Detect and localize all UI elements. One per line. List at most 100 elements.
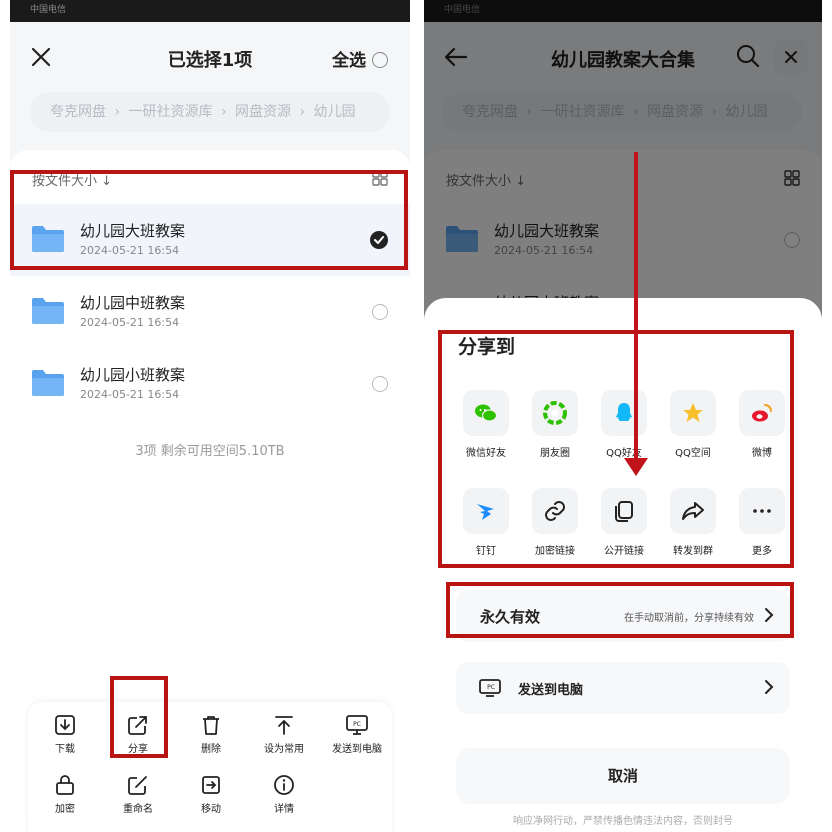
file-row[interactable]: 幼儿园中班教案 2024-05-21 16:54 bbox=[10, 276, 410, 348]
file-name: 幼儿园小班教案 bbox=[80, 366, 186, 384]
edit-icon bbox=[128, 776, 147, 795]
share-wechat-button[interactable]: 微信好友 bbox=[453, 390, 519, 459]
breadcrumb-item[interactable]: 夸克网盘 bbox=[50, 104, 106, 120]
chevron-right-icon bbox=[765, 608, 774, 622]
svg-text:PC: PC bbox=[353, 721, 361, 728]
svg-text:PC: PC bbox=[487, 684, 495, 691]
validity-description: 在手动取消前，分享持续有效 bbox=[624, 613, 754, 624]
send-to-pc-button[interactable]: PC 发送到电脑 bbox=[322, 714, 392, 755]
left-screen: 中国电信 已选择1项 全选 夸克网盘 › 一研社资源库 › 网盘资源 › 幼儿园… bbox=[10, 0, 410, 832]
dingtalk-icon bbox=[477, 504, 494, 520]
share-encrypted-link-button[interactable]: 加密链接 bbox=[522, 488, 588, 557]
action-label: 重命名 bbox=[123, 804, 153, 815]
move-button[interactable]: 移动 bbox=[176, 774, 246, 815]
share-label: 更多 bbox=[752, 546, 772, 557]
share-icon bbox=[128, 716, 147, 735]
details-button[interactable]: 详情 bbox=[249, 774, 319, 815]
share-label: 加密链接 bbox=[535, 546, 575, 557]
select-radio-icon[interactable] bbox=[372, 304, 388, 320]
move-icon bbox=[202, 776, 220, 794]
file-row[interactable]: 幼儿园小班教案 2024-05-21 16:54 bbox=[10, 348, 410, 420]
share-label: 朋友圈 bbox=[540, 448, 570, 459]
select-all-button[interactable]: 全选 bbox=[332, 46, 388, 71]
share-qq-button[interactable]: QQ好友 bbox=[591, 390, 657, 459]
folder-icon bbox=[32, 226, 64, 252]
share-qzone-button[interactable]: QQ空间 bbox=[660, 390, 726, 459]
action-toolbar: 下载 分享 删除 设为常用 PC 发送到电脑 加密 重命名 移动 详情 bbox=[28, 702, 392, 832]
action-label: 下载 bbox=[55, 744, 75, 755]
share-label: 微信好友 bbox=[466, 448, 506, 459]
share-more-button[interactable]: 更多 bbox=[729, 488, 795, 557]
weibo-icon bbox=[752, 404, 772, 422]
annotation-arrow-line bbox=[634, 152, 638, 460]
lock-icon bbox=[56, 775, 74, 795]
star-icon bbox=[683, 403, 703, 422]
select-all-radio-icon bbox=[372, 52, 388, 68]
copy-icon bbox=[615, 501, 633, 522]
file-date: 2024-05-21 16:54 bbox=[80, 244, 180, 257]
select-radio-icon[interactable] bbox=[372, 376, 388, 392]
action-label: 设为常用 bbox=[264, 744, 304, 755]
selection-header: 已选择1项 全选 bbox=[10, 22, 410, 90]
select-all-label: 全选 bbox=[332, 51, 366, 71]
action-label: 删除 bbox=[201, 744, 221, 755]
rename-button[interactable]: 重命名 bbox=[103, 774, 173, 815]
share-moments-button[interactable]: 朋友圈 bbox=[522, 390, 588, 459]
validity-label: 永久有效 bbox=[480, 608, 541, 626]
breadcrumb[interactable]: 夸克网盘 › 一研社资源库 › 网盘资源 › 幼儿园 bbox=[30, 92, 390, 132]
encrypt-button[interactable]: 加密 bbox=[30, 774, 100, 815]
file-row[interactable]: 幼儿园大班教案 2024-05-21 16:54 bbox=[10, 204, 410, 276]
cancel-button[interactable]: 取消 bbox=[456, 748, 790, 804]
file-date: 2024-05-21 16:54 bbox=[80, 316, 180, 329]
validity-option[interactable]: 永久有效 在手动取消前，分享持续有效 bbox=[456, 590, 790, 642]
send-to-pc-option[interactable]: PC 发送到电脑 bbox=[456, 662, 790, 714]
pin-top-icon bbox=[275, 716, 293, 735]
right-screen: 中国电信 幼儿园教案大合集 夸克网盘 › 一研社资源库 › 网盘资源 › 幼儿园… bbox=[424, 0, 822, 832]
download-icon bbox=[55, 715, 75, 735]
share-sheet-title: 分享到 bbox=[458, 336, 516, 358]
breadcrumb-item[interactable]: 幼儿园 bbox=[314, 104, 356, 120]
share-label: 公开链接 bbox=[604, 546, 644, 557]
download-button[interactable]: 下载 bbox=[30, 714, 100, 755]
action-label: 加密 bbox=[55, 804, 75, 815]
breadcrumb-item[interactable]: 网盘资源 bbox=[235, 104, 291, 120]
share-label: QQ空间 bbox=[675, 448, 711, 459]
action-label: 发送到电脑 bbox=[332, 744, 382, 755]
link-icon bbox=[545, 501, 565, 521]
folder-icon bbox=[32, 370, 64, 396]
status-bar: 中国电信 bbox=[10, 0, 410, 22]
send-to-pc-label: 发送到电脑 bbox=[518, 683, 584, 698]
qq-icon bbox=[616, 403, 632, 421]
more-icon bbox=[753, 509, 771, 513]
sort-button[interactable]: 按文件大小 ↓ bbox=[32, 170, 112, 189]
share-forward-group-button[interactable]: 转发到群 bbox=[660, 488, 726, 557]
breadcrumb-item[interactable]: 一研社资源库 bbox=[129, 104, 213, 120]
grid-view-icon[interactable] bbox=[372, 170, 388, 186]
set-favorite-button[interactable]: 设为常用 bbox=[249, 714, 319, 755]
share-button[interactable]: 分享 bbox=[103, 714, 173, 755]
share-label: 钉钉 bbox=[476, 546, 496, 557]
share-label: QQ好友 bbox=[606, 448, 642, 459]
share-dingtalk-button[interactable]: 钉钉 bbox=[453, 488, 519, 557]
moments-icon bbox=[543, 401, 567, 425]
breadcrumb-separator: › bbox=[299, 104, 306, 120]
share-weibo-button[interactable]: 微博 bbox=[729, 390, 795, 459]
chevron-right-icon bbox=[765, 680, 774, 694]
action-label: 分享 bbox=[128, 744, 148, 755]
annotation-arrow-head bbox=[624, 458, 648, 476]
delete-button[interactable]: 删除 bbox=[176, 714, 246, 755]
pc-icon: PC bbox=[479, 679, 501, 697]
info-icon bbox=[274, 775, 294, 795]
action-label: 详情 bbox=[274, 804, 294, 815]
folder-icon bbox=[32, 298, 64, 324]
carrier-text: 中国电信 bbox=[30, 5, 67, 15]
wechat-icon bbox=[475, 404, 498, 422]
share-public-link-button[interactable]: 公开链接 bbox=[591, 488, 657, 557]
footnote-text: 响应净网行动，严禁传播色情违法内容，否则封号 bbox=[513, 816, 733, 827]
file-name: 幼儿园中班教案 bbox=[80, 294, 186, 312]
forward-icon bbox=[682, 502, 704, 520]
pc-icon: PC bbox=[346, 715, 368, 735]
checked-icon[interactable] bbox=[370, 231, 388, 249]
share-label: 转发到群 bbox=[673, 546, 713, 557]
file-date: 2024-05-21 16:54 bbox=[80, 388, 180, 401]
